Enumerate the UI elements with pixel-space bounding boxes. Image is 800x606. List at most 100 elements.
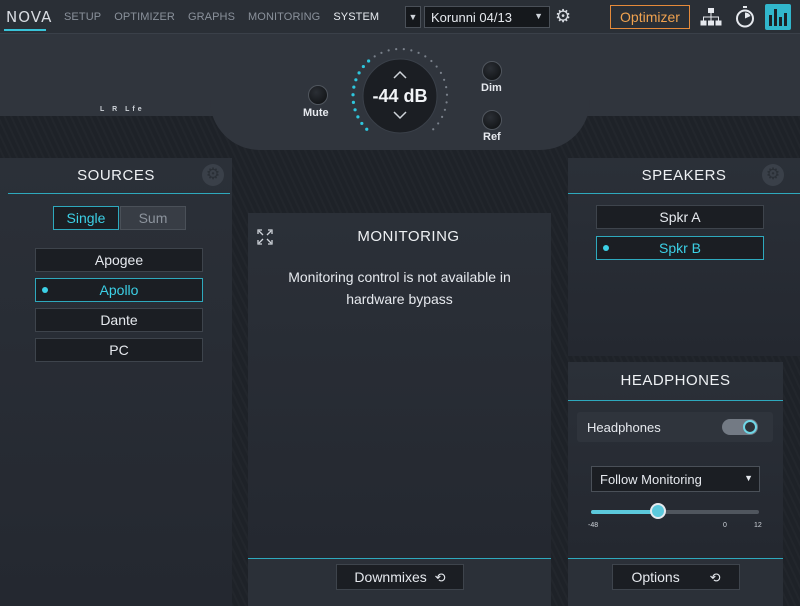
- message-line: hardware bypass: [346, 291, 453, 307]
- volume-ring-dot: [445, 101, 448, 104]
- volume-ring-dot: [432, 128, 435, 131]
- nav-monitoring[interactable]: MONITORING: [248, 11, 320, 23]
- volume-ring-dot: [367, 59, 371, 63]
- hierarchy-icon[interactable]: [700, 7, 722, 27]
- refresh-icon: ⟲: [434, 570, 446, 585]
- source-apogee[interactable]: Apogee: [35, 248, 203, 272]
- dim-label: Dim: [481, 82, 502, 94]
- ref-label: Ref: [483, 131, 501, 143]
- speaker-a[interactable]: Spkr A: [596, 205, 764, 229]
- nav-setup[interactable]: SETUP: [64, 11, 101, 23]
- volume-ring-dot: [424, 55, 427, 58]
- source-dante[interactable]: Dante: [35, 308, 203, 332]
- downmixes-label: Downmixes: [354, 569, 427, 585]
- stopwatch-icon[interactable]: [735, 6, 755, 28]
- slider-min-label: -48: [588, 522, 599, 529]
- preset-select[interactable]: Korunni 04/13 ▼: [424, 6, 550, 28]
- options-label: Options: [631, 569, 680, 585]
- speaker-label: Spkr A: [659, 209, 701, 225]
- sources-title: SOURCES: [77, 167, 155, 184]
- mode-sum-button[interactable]: Sum: [120, 206, 186, 230]
- source-pc[interactable]: PC: [35, 338, 203, 362]
- volume-ring-dot: [443, 108, 447, 111]
- chevron-down-icon: ▼: [744, 473, 753, 483]
- volume-ring-dot: [395, 48, 398, 51]
- gear-icon[interactable]: ⚙: [555, 6, 571, 27]
- headphone-level-slider[interactable]: [591, 510, 759, 514]
- divider: [8, 193, 230, 194]
- slider-max-label: 12: [754, 522, 762, 529]
- monitoring-message: Monitoring control is not available in h…: [248, 266, 551, 310]
- chevron-up-icon[interactable]: [392, 70, 408, 80]
- app-logo: NOVA: [6, 8, 53, 26]
- source-label: PC: [109, 342, 129, 358]
- volume-ring-dot: [352, 85, 356, 89]
- volume-ring-dot: [351, 93, 355, 97]
- preset-value: Korunni 04/13: [431, 10, 512, 25]
- volume-ring-dot: [437, 122, 440, 125]
- source-label: Apollo: [99, 282, 139, 298]
- follow-monitoring-select[interactable]: Follow Monitoring ▼: [591, 466, 760, 492]
- source-apollo[interactable]: Apollo: [35, 278, 203, 302]
- optimizer-button[interactable]: Optimizer: [610, 5, 690, 29]
- mute-label: Mute: [303, 107, 329, 119]
- headphones-panel: HEADPHONES: [568, 362, 783, 558]
- volume-ring-dot: [351, 100, 356, 104]
- dim-button[interactable]: [482, 61, 502, 81]
- refresh-icon: ⟲: [709, 570, 721, 585]
- volume-ring-dot: [356, 115, 360, 119]
- volume-ring-dot: [445, 93, 449, 96]
- volume-ring-dot: [435, 65, 438, 68]
- volume-ring-dot: [354, 78, 358, 82]
- message-line: Monitoring control is not available in: [288, 269, 511, 285]
- volume-ring-dot: [441, 115, 444, 118]
- volume-ring-dot: [353, 108, 357, 112]
- volume-ring-dot: [402, 48, 405, 51]
- sources-panel: SOURCES ⚙ Single Sum Apogee Apollo Dante…: [0, 158, 232, 606]
- downmixes-button[interactable]: Downmixes ⟲: [336, 564, 464, 590]
- volume-ring-dot: [430, 59, 433, 63]
- volume-ring-dot: [410, 49, 413, 52]
- mute-button[interactable]: [308, 85, 328, 105]
- level-meter-icon[interactable]: [765, 4, 791, 30]
- divider: [568, 400, 783, 401]
- toggle-thumb: [743, 420, 757, 434]
- headphones-toggle-label: Headphones: [587, 420, 661, 435]
- headphones-toggle[interactable]: [722, 419, 758, 435]
- main-nav: SETUP OPTIMIZER GRAPHS MONITORING SYSTEM: [64, 11, 392, 23]
- slider-mid-label: 0: [723, 522, 727, 529]
- volume-ring-dot: [417, 51, 420, 54]
- volume-ring-dot: [443, 78, 446, 81]
- volume-ring-dot: [365, 127, 369, 131]
- chevron-down-icon[interactable]: [392, 110, 408, 120]
- speaker-b[interactable]: Spkr B: [596, 236, 764, 260]
- nav-graphs[interactable]: GRAPHS: [188, 11, 235, 23]
- monitoring-panel: MONITORING: [248, 213, 551, 558]
- volume-ring-dot: [360, 121, 364, 126]
- volume-ring-dot: [361, 64, 365, 69]
- volume-ring-dot: [445, 86, 448, 89]
- headphones-title: HEADPHONES: [620, 372, 731, 389]
- volume-ring-dot: [380, 51, 383, 54]
- volume-ring-dot: [373, 55, 376, 58]
- source-label: Dante: [100, 312, 138, 328]
- volume-ring-dot: [439, 71, 443, 74]
- meter-labels: L R Lfe: [100, 106, 145, 113]
- selected-dot-icon: [42, 287, 48, 293]
- volume-value: -44 dB: [372, 86, 428, 106]
- options-button[interactable]: Options ⟲: [612, 564, 740, 590]
- gear-icon[interactable]: ⚙: [202, 164, 224, 186]
- mode-single-button[interactable]: Single: [53, 206, 119, 230]
- chevron-down-icon: ▼: [534, 11, 543, 21]
- divider: [568, 193, 800, 194]
- selected-dot-icon: [603, 245, 609, 251]
- slider-fill: [591, 510, 659, 514]
- volume-ring-dot: [387, 49, 390, 52]
- gear-icon[interactable]: ⚙: [762, 164, 784, 186]
- source-label: Apogee: [94, 252, 144, 268]
- preset-menu-button[interactable]: ▼: [405, 6, 421, 28]
- nav-optimizer[interactable]: OPTIMIZER: [114, 11, 175, 23]
- expand-icon[interactable]: [256, 228, 274, 246]
- nav-system[interactable]: SYSTEM: [333, 11, 379, 23]
- ref-button[interactable]: [482, 110, 502, 130]
